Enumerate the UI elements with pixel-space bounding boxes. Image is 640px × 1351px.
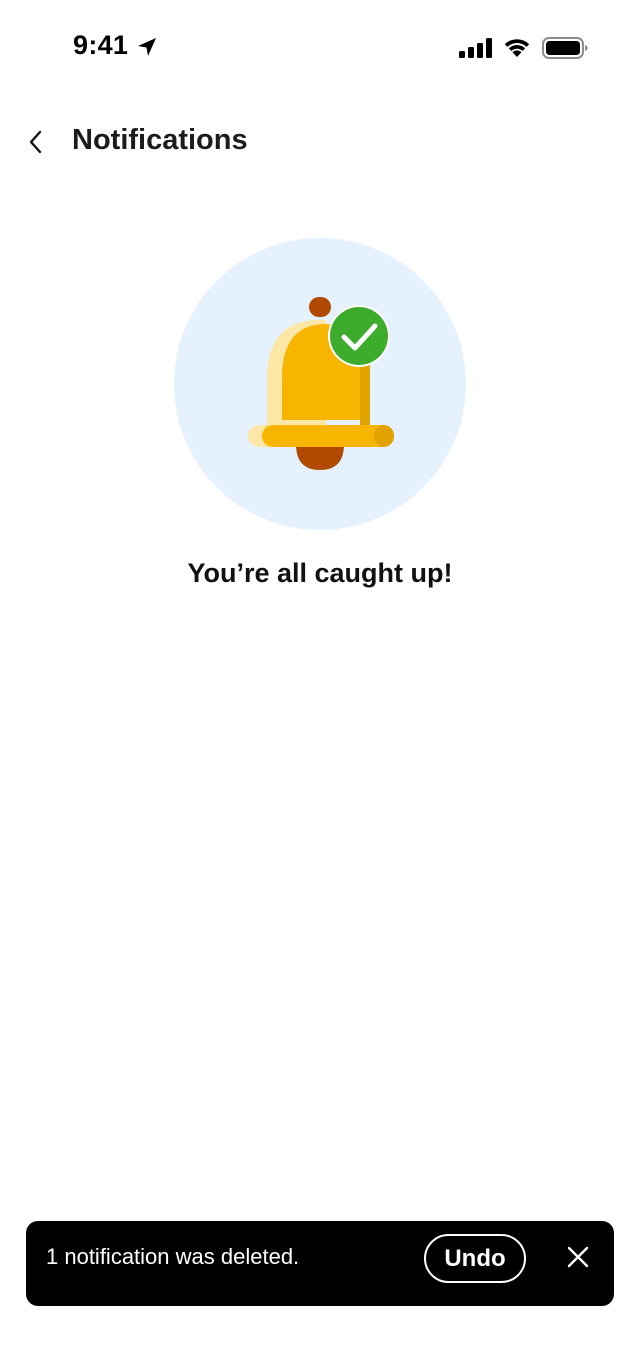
bell-with-check-icon — [174, 238, 466, 530]
location-arrow-icon — [138, 38, 156, 56]
close-icon — [567, 1246, 589, 1268]
close-snackbar-button[interactable] — [562, 1241, 594, 1273]
undo-button[interactable]: Undo — [424, 1234, 526, 1283]
battery-icon — [542, 37, 588, 59]
cellular-signal-icon — [459, 38, 492, 58]
snackbar: 1 notification was deleted. Undo — [26, 1221, 614, 1306]
chevron-left-icon — [29, 130, 42, 154]
back-button[interactable] — [16, 122, 56, 162]
wifi-icon — [504, 39, 530, 57]
header: Notifications — [0, 110, 640, 174]
status-time: 9:41 — [73, 30, 129, 60]
page-title: Notifications — [72, 124, 248, 156]
empty-state-message: You’re all caught up! — [187, 558, 453, 588]
status-bar: 9:41 — [0, 0, 640, 92]
snackbar-message: 1 notification was deleted. — [46, 1244, 300, 1269]
